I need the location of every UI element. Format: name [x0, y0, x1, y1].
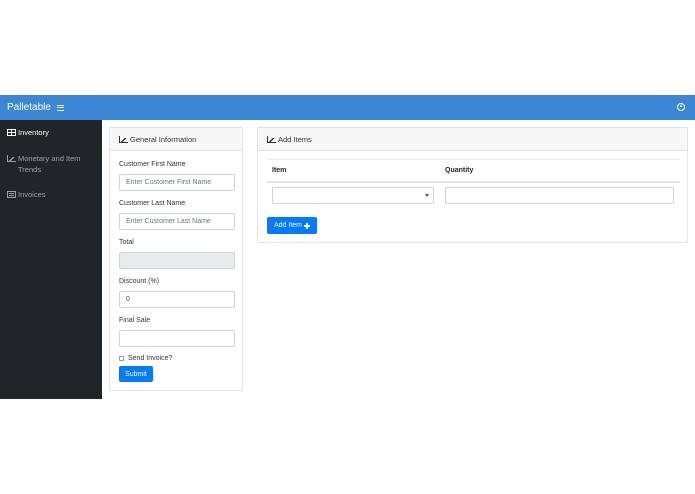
card-title: Add Items	[278, 134, 312, 144]
first-name-placeholder: Enter Customer First Name	[126, 179, 212, 186]
first-name-input[interactable]: Enter Customer First Name	[119, 174, 235, 191]
general-information-card: General Information Customer First Name …	[109, 127, 243, 391]
column-header-quantity: Quantity	[445, 167, 474, 174]
final-sale-label: Final Sale	[119, 317, 151, 324]
hamburger-icon[interactable]	[56, 104, 64, 111]
column-header-item: Item	[272, 167, 287, 174]
table-top-border	[267, 159, 680, 160]
app-window: Palletable Inventory Monetary and Item T…	[0, 95, 695, 399]
table-header-border	[267, 181, 680, 183]
sidebar-item-trends[interactable]: Monetary and Item Trends	[0, 153, 102, 175]
card-header: General Information	[110, 128, 242, 151]
discount-input[interactable]: 0	[119, 291, 235, 308]
top-navbar: Palletable	[0, 95, 695, 120]
total-field	[119, 252, 235, 269]
sidebar: Inventory Monetary and Item Trends Invoi…	[0, 120, 102, 399]
submit-button[interactable]: Submit	[119, 366, 153, 382]
final-sale-input[interactable]	[119, 330, 235, 347]
item-select[interactable]	[272, 187, 434, 204]
card-title: General Information	[130, 134, 197, 144]
area-chart-icon	[7, 155, 16, 162]
sidebar-item-invoices[interactable]: Invoices	[0, 189, 102, 200]
total-label: Total	[119, 239, 134, 246]
sidebar-item-label: Invoices	[18, 190, 46, 199]
quantity-input[interactable]	[445, 187, 674, 204]
brand-name[interactable]: Palletable	[7, 102, 51, 113]
send-invoice-label: Send Invoice?	[128, 355, 173, 362]
add-items-card: Add Items Item Quantity Add Item	[257, 127, 688, 243]
brand[interactable]: Palletable	[7, 102, 64, 113]
sidebar-item-label: Inventory	[18, 128, 49, 137]
list-alt-icon	[7, 191, 16, 198]
first-name-label: Customer First Name	[119, 161, 186, 168]
user-circle-icon[interactable]	[677, 103, 685, 111]
sidebar-item-inventory[interactable]: Inventory	[0, 127, 102, 138]
card-header: Add Items	[258, 128, 687, 151]
discount-label: Discount (%)	[119, 278, 160, 285]
send-invoice-checkbox[interactable]	[119, 356, 124, 361]
last-name-placeholder: Enter Customer Last Name	[126, 218, 211, 225]
last-name-label: Customer Last Name	[119, 200, 186, 207]
add-item-button[interactable]: Add Item	[267, 217, 317, 234]
area-chart-icon	[267, 135, 276, 143]
last-name-input[interactable]: Enter Customer Last Name	[119, 213, 235, 230]
table-icon	[7, 129, 16, 136]
sidebar-item-label: Monetary and Item Trends	[18, 154, 81, 174]
chevron-down-icon	[425, 194, 429, 197]
plus-icon	[304, 222, 310, 229]
add-item-label: Add Item	[273, 222, 302, 229]
area-chart-icon	[119, 135, 128, 143]
